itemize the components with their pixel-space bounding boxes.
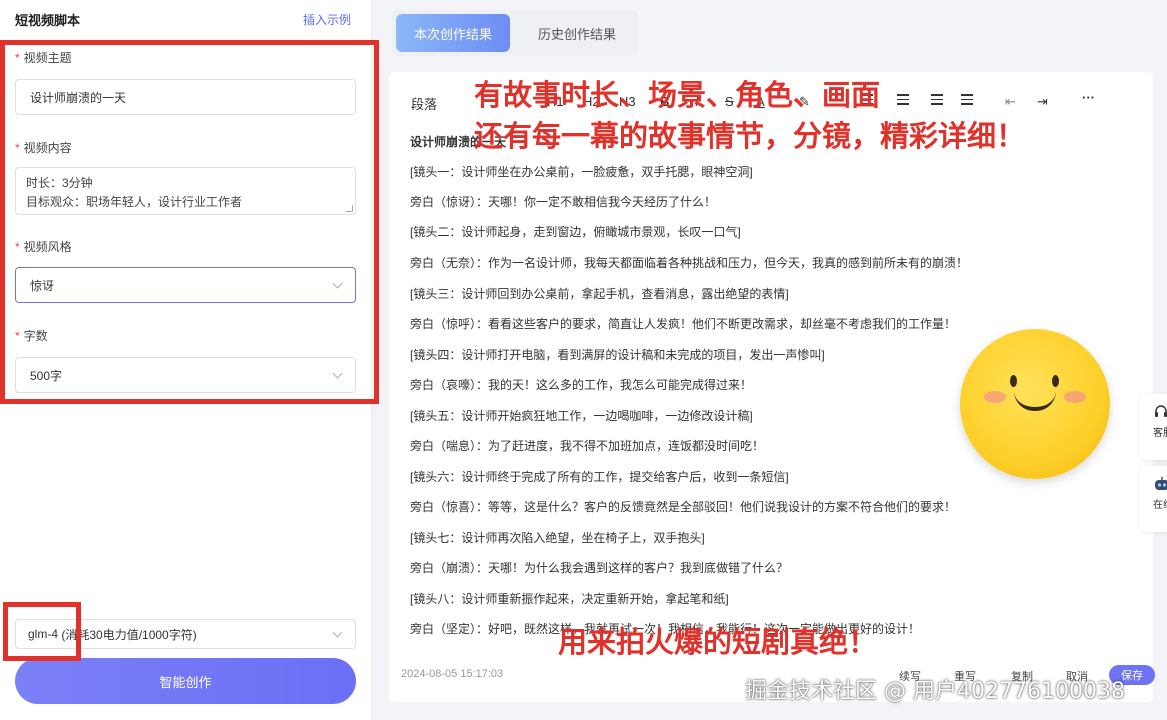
style-select[interactable]: 惊讶 (15, 267, 356, 303)
script-line: [镜头四：设计师打开电脑，看到满屏的设计稿和未完成的项目，发出一声惨叫] (410, 348, 825, 362)
left-panel: 短视频脚本 插入示例 * 视频主题 设计师崩溃的一天 * 视频内容 时长：3分钟 目… (0, 0, 372, 720)
required-mark: * (15, 51, 20, 65)
online-button[interactable]: 在线 (1139, 466, 1167, 532)
online-label: 在线 (1153, 500, 1167, 511)
customer-service-label: 客服 (1153, 428, 1167, 439)
required-mark: * (15, 240, 20, 254)
script-line: 旁白（崩溃）：天哪！为什么我会遇到这样的客户？我到底做错了什么？ (410, 561, 789, 575)
resize-handle-icon[interactable] (346, 205, 353, 212)
align-center-icon[interactable] (897, 94, 909, 105)
panel-title: 短视频脚本 (15, 12, 81, 28)
script-line: 旁白（无奈）：作为一名设计师，我每天都面临着各种挑战和压力，但今天，我真的感到前… (410, 256, 969, 270)
tab-current-result[interactable]: 本次创作结果 (396, 14, 511, 52)
customer-service-button[interactable]: 客服 (1139, 394, 1167, 460)
indent-icon[interactable]: ⇥ (1037, 94, 1048, 110)
smiley-eye (1010, 375, 1017, 387)
annotation-bottom: 用来拍火爆的短剧真绝！ (558, 625, 878, 659)
model-select[interactable]: glm-4 (消耗30电力值/1000字符) (15, 619, 356, 649)
script-line: 旁白（喘息）：为了赶进度，我不得不加班加点，连饭都没时间吃！ (410, 439, 765, 453)
model-cost: (消耗30电力值/1000字符) (61, 627, 197, 642)
annotation-top-line2: 还有每一幕的故事情节，分镜，精彩详细！ (474, 119, 1026, 153)
content-textarea[interactable]: 时长：3分钟 目标观众：职场年轻人，设计行业工作者 (15, 167, 356, 215)
smiley-eye (1052, 375, 1059, 387)
left-panel-header: 短视频脚本 插入示例 (15, 9, 351, 29)
required-mark: * (15, 329, 20, 343)
smiley-mouth (1014, 391, 1056, 411)
result-tabs: 本次创作结果 历史创作结果 (392, 10, 639, 56)
topic-label: * 视频主题 (15, 51, 72, 65)
chevron-down-icon (332, 627, 343, 638)
script-line: 旁白（惊喜）：等等，这是什么？客户的反馈竟然是全部驳回！他们说我设计的方案不符合… (410, 500, 957, 514)
chevron-down-icon (332, 368, 343, 379)
script-line: 旁白（惊讶）：天哪！你一定不敢相信我今天经历了什么！ (410, 195, 717, 209)
content-label: * 视频内容 (15, 141, 72, 155)
watermark: 掘金技术社区 @ 用户402776100038 (745, 679, 1125, 704)
script-line: [镜头五：设计师开始疯狂地工作，一边喝咖啡，一边修改设计稿] (410, 409, 753, 423)
word-count-select[interactable]: 500字 (15, 357, 356, 393)
robot-icon (1155, 477, 1167, 490)
generate-button[interactable]: 智能创作 (15, 658, 356, 704)
align-right-icon[interactable] (931, 94, 943, 105)
word-count-label: * 字数 (15, 329, 48, 343)
required-mark: * (15, 141, 20, 155)
style-label: * 视频风格 (15, 240, 72, 254)
annotation-top-line1: 有故事时长、场景、角色、画面 (474, 78, 881, 112)
script-line: [镜头一：设计师坐在办公桌前，一脸疲惫，双手托腮，眼神空洞] (410, 165, 753, 179)
topic-input[interactable]: 设计师崩溃的一天 (15, 79, 356, 115)
script-line: [镜头八：设计师重新振作起来，决定重新开始，拿起笔和纸] (410, 592, 729, 606)
more-icon[interactable]: ··· (1082, 90, 1095, 105)
script-line: [镜头二：设计师起身，走到窗边，俯瞰城市景观，长叹一口气] (410, 225, 741, 239)
outdent-icon[interactable]: ⇤ (1005, 94, 1016, 110)
script-line: 旁白（哀嚎）：我的天！这么多的工作，我怎么可能完成得过来！ (410, 378, 753, 392)
smiley-cheek (1064, 391, 1086, 403)
chevron-down-icon (332, 278, 343, 289)
model-name: glm-4 (28, 627, 59, 641)
align-justify-icon[interactable] (961, 94, 973, 105)
script-line: [镜头三：设计师回到办公桌前，拿起手机，查看消息，露出绝望的表情] (410, 287, 789, 301)
insert-example-link[interactable]: 插入示例 (303, 11, 351, 28)
script-line: [镜头七：设计师再次陷入绝望，坐在椅子上，双手抱头] (410, 531, 705, 545)
smiley-cheek (984, 391, 1006, 403)
paragraph-select[interactable]: 段落 (411, 94, 437, 113)
tab-history-result[interactable]: 历史创作结果 (520, 14, 634, 52)
smiley-emoji-icon (960, 329, 1110, 479)
headset-icon (1155, 405, 1167, 417)
timestamp: 2024-08-05 15:17:03 (401, 668, 504, 680)
script-line: 旁白（惊呼）：看看这些客户的要求，简直让人发疯！他们不断更改需求，却丝毫不考虑我… (410, 317, 957, 331)
script-line: [镜头六：设计师终于完成了所有的工作，提交给客户后，收到一条短信] (410, 470, 789, 484)
